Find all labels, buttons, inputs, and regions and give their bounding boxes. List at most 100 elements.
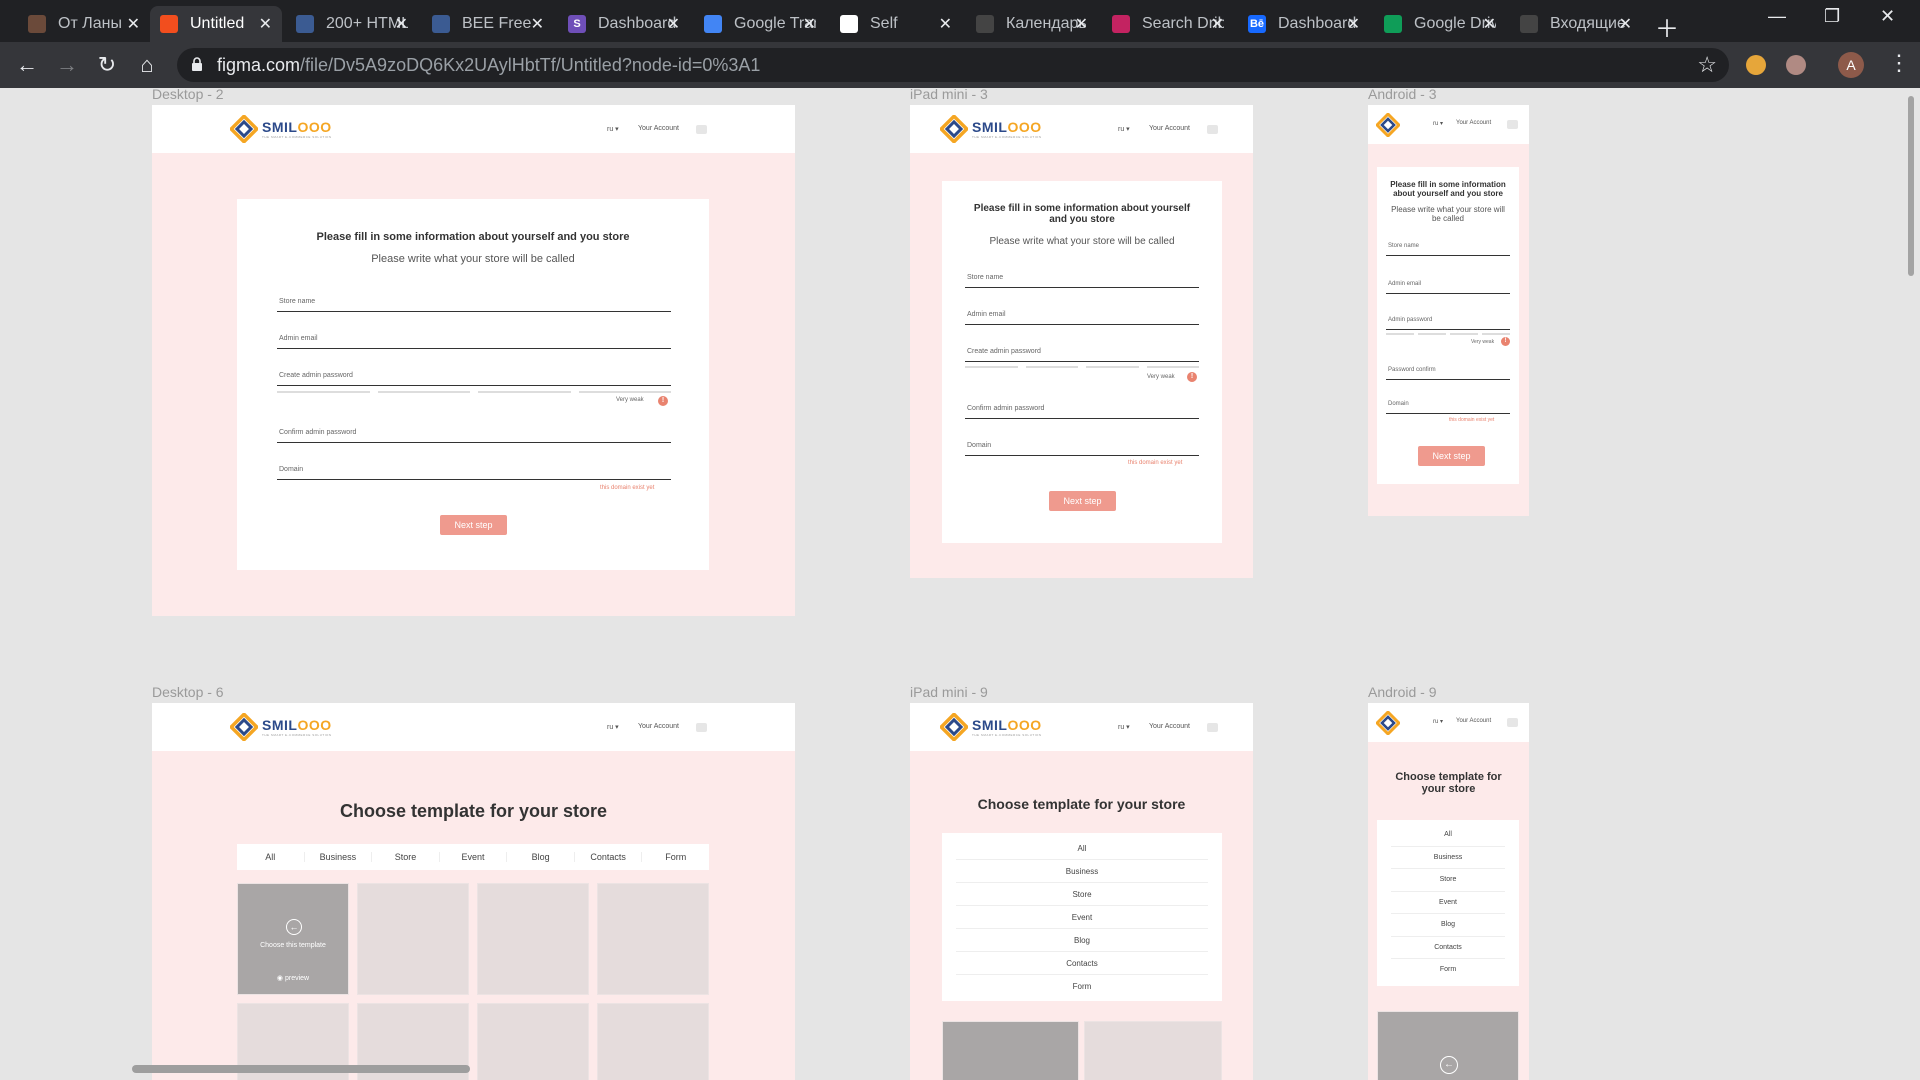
tab-close-icon[interactable]: ✕	[531, 14, 544, 34]
tab-category-blog[interactable]: Blog	[507, 852, 575, 862]
domain-field[interactable]: Domain	[277, 447, 671, 480]
list-item-category-store[interactable]: Store	[956, 883, 1208, 906]
admin-email-field[interactable]: Admin email	[277, 316, 671, 349]
lang-select[interactable]: ru ▾	[607, 125, 619, 133]
list-item-category-all[interactable]: All	[956, 837, 1208, 860]
smilooo-logo[interactable]	[1376, 113, 1400, 137]
browser-tab[interactable]: Google Translate✕	[694, 6, 826, 42]
choose-template-label[interactable]: Choose this template	[238, 942, 348, 949]
profile-avatar[interactable]: A	[1838, 52, 1864, 78]
template-thumbnail[interactable]	[477, 883, 589, 995]
tab-close-icon[interactable]: ✕	[395, 14, 408, 34]
paw-extension-icon[interactable]	[1746, 55, 1766, 75]
frame-label-desktop-2[interactable]: Desktop - 2	[152, 88, 224, 102]
tab-category-event[interactable]: Event	[440, 852, 508, 862]
next-step-button[interactable]: Next step	[1049, 491, 1116, 511]
store-name-field[interactable]: Store name	[1386, 227, 1510, 256]
lang-select[interactable]: ru ▾	[1433, 718, 1443, 725]
template-thumbnail[interactable]	[477, 1003, 589, 1080]
confirm-password-field[interactable]: Confirm admin password	[965, 385, 1199, 419]
tab-category-store[interactable]: Store	[372, 852, 440, 862]
template-thumbnail[interactable]	[597, 883, 709, 995]
lang-select[interactable]: ru ▾	[607, 723, 619, 731]
vertical-scrollbar[interactable]	[1908, 96, 1914, 276]
account-avatar-icon[interactable]	[1207, 125, 1218, 134]
smilooo-logo[interactable]	[1376, 711, 1400, 735]
preview-link[interactable]: ◉ preview	[238, 974, 348, 982]
list-item-category-event[interactable]: Event	[1391, 892, 1505, 914]
tab-close-icon[interactable]: ✕	[1347, 14, 1360, 34]
domain-field[interactable]: Domain	[1386, 385, 1510, 414]
lang-select[interactable]: ru ▾	[1433, 120, 1443, 127]
figma-canvas[interactable]: Desktop - 2 SMILOOO THE SMART E-COMMERCE …	[0, 88, 1920, 1080]
frame-label-android-9[interactable]: Android - 9	[1368, 684, 1436, 700]
confirm-password-field[interactable]: Confirm admin password	[277, 410, 671, 443]
smilooo-logo[interactable]: SMILOOO THE SMART E-COMMERCE SOLUTION	[940, 115, 1042, 143]
list-item-category-form[interactable]: Form	[956, 975, 1208, 998]
browser-tab[interactable]: 200+ HTML ✕	[286, 6, 418, 42]
tab-close-icon[interactable]: ✕	[803, 14, 816, 34]
list-item-category-contacts[interactable]: Contacts	[1391, 937, 1505, 959]
tab-close-icon[interactable]: ✕	[1619, 14, 1632, 34]
next-step-button[interactable]: Next step	[440, 515, 507, 535]
admin-email-field[interactable]: Admin email	[965, 291, 1199, 325]
frame-ipad-mini-9[interactable]: SMILOOO THE SMART E-COMMERCE SOLUTION ru …	[910, 703, 1253, 1080]
tab-close-icon[interactable]: ✕	[1211, 14, 1224, 34]
password-confirm-field[interactable]: Password confirm	[1386, 350, 1510, 380]
frame-ipad-mini-3[interactable]: SMILOOO THE SMART E-COMMERCE SOLUTION ru …	[910, 105, 1253, 578]
template-thumbnail[interactable]	[357, 883, 469, 995]
tab-close-icon[interactable]: ✕	[667, 14, 680, 34]
list-item-category-form[interactable]: Form	[1391, 959, 1505, 982]
bookmark-star-icon[interactable]: ☆	[1697, 52, 1717, 78]
list-item-category-blog[interactable]: Blog	[956, 929, 1208, 952]
browser-menu-icon[interactable]: ⋮	[1888, 50, 1910, 76]
browser-tab[interactable]: От Ланы ✕	[18, 6, 150, 42]
domain-field[interactable]: Domain	[965, 422, 1199, 456]
list-item-category-blog[interactable]: Blog	[1391, 914, 1505, 937]
restore-icon[interactable]: ❐	[1824, 6, 1840, 27]
frame-android-3[interactable]: ru ▾ Your Account Please fill in some in…	[1368, 105, 1529, 516]
smilooo-logo[interactable]: SMILOOO THE SMART E-COMMERCE SOLUTION	[230, 115, 332, 143]
tab-category-form[interactable]: Form	[642, 852, 709, 862]
arrow-left-icon[interactable]: ←	[286, 919, 302, 935]
smilooo-logo[interactable]: SMILOOO THE SMART E-COMMERCE SOLUTION	[940, 713, 1042, 741]
extension-icon[interactable]	[1786, 55, 1806, 75]
arrow-left-icon[interactable]: ←	[1440, 1056, 1458, 1074]
account-avatar-icon[interactable]	[1207, 723, 1218, 732]
account-link[interactable]: Your Account	[1149, 125, 1190, 132]
reload-icon[interactable]: ↻	[92, 50, 122, 80]
browser-tab[interactable]: BEE Free ✕	[422, 6, 554, 42]
lang-select[interactable]: ru ▾	[1118, 723, 1130, 731]
browser-tab[interactable]: S Dashboard ✕	[558, 6, 690, 42]
template-thumbnail-selected[interactable]	[942, 1021, 1079, 1080]
list-item-category-business[interactable]: Business	[1391, 847, 1505, 869]
template-thumbnail-selected[interactable]: ←	[1377, 1011, 1519, 1080]
template-thumbnail[interactable]	[1084, 1021, 1222, 1080]
next-step-button[interactable]: Next step	[1418, 446, 1485, 466]
frame-desktop-6[interactable]: SMILOOO THE SMART E-COMMERCE SOLUTION ru …	[152, 703, 795, 1080]
forward-arrow-icon[interactable]: →	[52, 50, 82, 80]
browser-tab[interactable]: Календарь ✕	[966, 6, 1098, 42]
back-arrow-icon[interactable]: ←	[12, 50, 42, 80]
frame-label-android-3[interactable]: Android - 3	[1368, 88, 1436, 102]
list-item-category-event[interactable]: Event	[956, 906, 1208, 929]
admin-email-field[interactable]: Admin email	[1386, 264, 1510, 294]
browser-tab[interactable]: Bē Dashboard ✕	[1238, 6, 1370, 42]
tab-close-icon[interactable]: ✕	[1075, 14, 1088, 34]
account-avatar-icon[interactable]	[696, 723, 707, 732]
template-thumbnail-selected[interactable]: ← Choose this template ◉ preview	[237, 883, 349, 995]
create-password-field[interactable]: Create admin password	[965, 328, 1199, 362]
tab-close-icon[interactable]: ✕	[1483, 14, 1496, 34]
browser-tab[interactable]: Search Dribbble✕	[1102, 6, 1234, 42]
horizontal-scrollbar[interactable]	[132, 1065, 470, 1073]
frame-android-9[interactable]: ru ▾ Your Account Choose template for yo…	[1368, 703, 1529, 1080]
browser-tab[interactable]: Untitled ✕	[150, 6, 282, 42]
tab-close-icon[interactable]: ✕	[127, 14, 140, 34]
account-link[interactable]: Your Account	[1149, 723, 1190, 730]
store-name-field[interactable]: Store name	[277, 279, 671, 312]
admin-password-field[interactable]: Admin password	[1386, 301, 1510, 330]
home-icon[interactable]: ⌂	[132, 50, 162, 80]
lang-select[interactable]: ru ▾	[1118, 125, 1130, 133]
browser-tab[interactable]: Self ✕	[830, 6, 962, 42]
list-item-category-store[interactable]: Store	[1391, 869, 1505, 892]
